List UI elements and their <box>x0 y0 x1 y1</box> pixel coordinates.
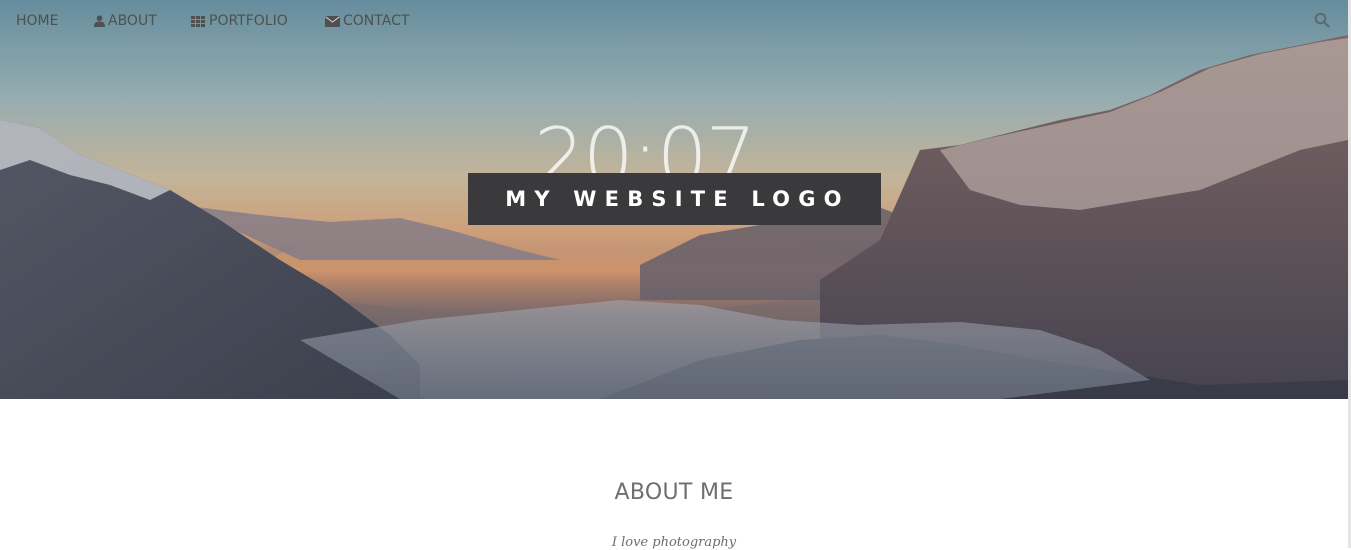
nav-home-label: HOME <box>16 13 59 29</box>
search-icon <box>1314 12 1330 32</box>
nav-contact-link[interactable]: CONTACT <box>325 12 409 30</box>
nav-contact-label: CONTACT <box>343 13 410 29</box>
hero-banner: HOME ABOUT PORTFOLIO CONTACT 20:07 MY WE… <box>0 0 1348 399</box>
about-heading: ABOUT ME <box>614 480 734 505</box>
nav-about-link[interactable]: ABOUT <box>94 12 157 30</box>
search-button[interactable] <box>1314 12 1332 30</box>
nav-portfolio-link[interactable]: PORTFOLIO <box>191 12 288 30</box>
nav-home-link[interactable]: HOME <box>16 12 58 30</box>
hero-clock: 20:07 <box>534 111 757 174</box>
site-logo[interactable]: MY WEBSITE LOGO <box>468 173 881 225</box>
top-navbar: HOME ABOUT PORTFOLIO CONTACT <box>0 0 1348 42</box>
nav-about-label: ABOUT <box>108 13 157 29</box>
user-icon <box>94 15 105 27</box>
envelope-icon <box>325 15 340 27</box>
grid-icon <box>191 15 206 27</box>
nav-portfolio-label: PORTFOLIO <box>209 13 288 29</box>
site-logo-text: MY WEBSITE LOGO <box>505 187 850 211</box>
